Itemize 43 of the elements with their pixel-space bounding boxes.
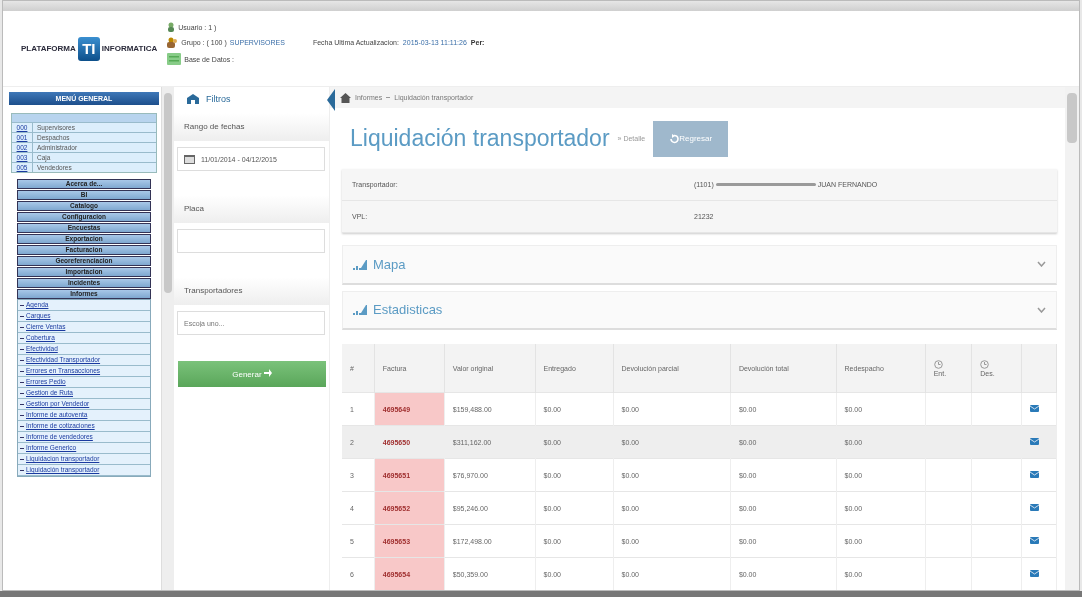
envelope-icon xyxy=(1030,438,1039,445)
envelope-icon xyxy=(1030,405,1039,412)
text-field[interactable] xyxy=(177,229,325,253)
envelope-icon xyxy=(1030,471,1039,478)
undo-icon xyxy=(669,133,680,144)
user-icon xyxy=(167,22,176,32)
calendar-icon xyxy=(184,154,195,164)
bar-chart-icon xyxy=(353,304,367,316)
bar-chart-icon xyxy=(353,258,367,270)
envelope-icon xyxy=(1030,570,1039,577)
brand-name: PLATAFORMA xyxy=(21,44,76,53)
dash-icon xyxy=(20,403,24,405)
envelope-icon xyxy=(1030,537,1039,544)
dash-icon xyxy=(20,315,24,317)
dash-icon xyxy=(20,304,24,306)
dash-icon xyxy=(20,414,24,416)
group-icon xyxy=(167,37,179,48)
scrollbar[interactable] xyxy=(1065,87,1079,590)
arrow-right-icon xyxy=(263,369,272,377)
filter-icon xyxy=(186,93,200,105)
panel-title: Filtros xyxy=(206,94,231,104)
dash-icon xyxy=(20,370,24,372)
brand-name: INFORMATICA xyxy=(101,44,158,53)
dash-icon xyxy=(20,381,24,383)
dash-icon xyxy=(20,458,24,460)
dash-icon xyxy=(20,392,24,394)
page-title: Liquidación transportador xyxy=(350,125,610,153)
dash-icon xyxy=(20,447,24,449)
collapse-tab-icon xyxy=(327,89,335,111)
envelope-icon xyxy=(1030,504,1039,511)
home-icon xyxy=(340,92,351,103)
chevron-down-icon xyxy=(1037,261,1046,268)
dash-icon xyxy=(20,359,24,361)
dash-icon xyxy=(20,326,24,328)
dash-icon xyxy=(20,425,24,427)
dash-icon xyxy=(20,436,24,438)
database-icon xyxy=(167,53,182,65)
scrollbar[interactable] xyxy=(161,87,174,590)
dash-icon xyxy=(20,469,24,471)
chevron-down-icon xyxy=(1037,306,1046,313)
logo: TI xyxy=(77,36,100,61)
dash-icon xyxy=(20,337,24,339)
dash-icon xyxy=(20,348,24,350)
